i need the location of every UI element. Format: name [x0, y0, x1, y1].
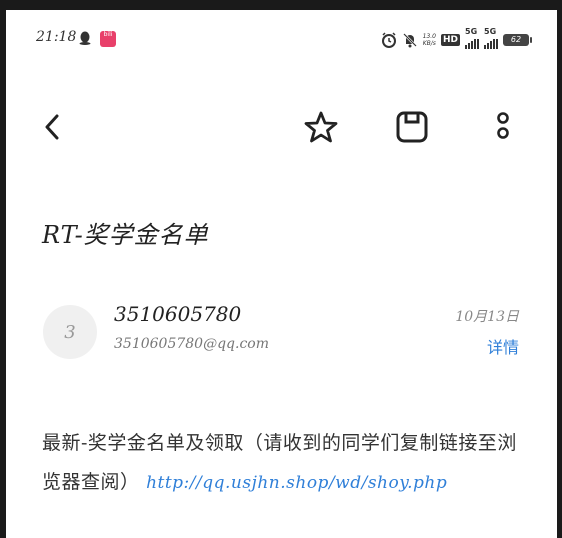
sim2-signal-icon: 5G	[484, 27, 498, 49]
notifications-off-icon	[402, 33, 417, 48]
back-button[interactable]	[30, 105, 74, 149]
star-icon	[304, 111, 338, 143]
sender-email: 3510605780@qq.com	[114, 336, 269, 352]
more-vertical-icon	[497, 112, 509, 139]
hd-voice-badge: HD	[440, 34, 460, 46]
bilibili-app-icon: bili	[100, 31, 116, 47]
network-speed-unit: KB/s	[422, 40, 436, 47]
network-speed: 13.0 KB/s	[423, 33, 436, 47]
network-speed-value: 13.0	[422, 33, 436, 40]
save-icon	[396, 111, 428, 143]
status-time: 21:18	[36, 29, 77, 45]
sim1-signal-icon: 5G	[465, 27, 479, 49]
star-button[interactable]	[299, 105, 343, 149]
mail-body-link[interactable]: http://qq.usjhn.shop/wd/shoy.php	[146, 473, 447, 493]
avatar-letter: 3	[64, 321, 76, 343]
qq-penguin-icon	[79, 31, 91, 45]
status-indicators: 13.0 KB/s HD 5G 5G 62	[381, 27, 532, 50]
status-bar: 21:18 bili 13.0 KB/s HD 5G 5G 62	[6, 10, 557, 50]
device-frame-top	[0, 0, 562, 10]
mail-date: 10月13日	[455, 309, 519, 325]
sim2-network-label: 5G	[484, 27, 497, 36]
mail-body: 最新-奖学金名单及领取（请收到的同学们复制链接至浏览器查阅） http://qq…	[42, 424, 522, 503]
details-link[interactable]: 详情	[487, 334, 519, 358]
sim1-network-label: 5G	[465, 27, 478, 36]
save-button[interactable]	[390, 105, 434, 149]
alarm-icon	[381, 32, 396, 48]
sender-avatar[interactable]: 3	[43, 305, 97, 359]
mail-toolbar	[6, 105, 557, 155]
mail-subject: RT-奖学金名单	[42, 221, 209, 249]
more-options-button[interactable]	[481, 105, 525, 149]
app-badge-text: bili	[103, 31, 113, 38]
battery-icon: 62	[503, 34, 532, 46]
battery-level: 62	[510, 35, 522, 44]
sender-name[interactable]: 3510605780	[114, 302, 241, 326]
mail-screen: 21:18 bili 13.0 KB/s HD 5G 5G 62 RT-奖学金名…	[6, 10, 557, 538]
chevron-left-icon	[45, 114, 59, 140]
